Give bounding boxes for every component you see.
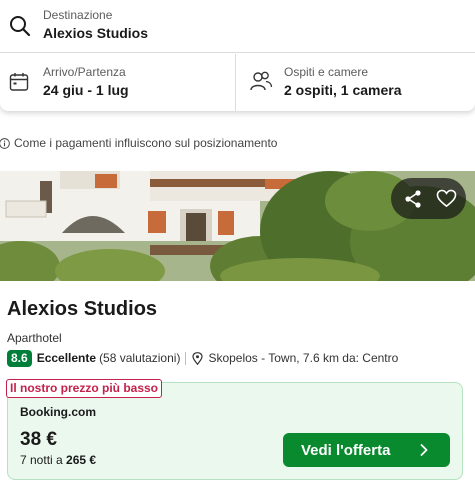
share-icon — [404, 189, 421, 208]
rating-divider — [185, 351, 187, 365]
guests-value: 2 ospiti, 1 camera — [284, 82, 402, 98]
rating-word: Eccellente — [36, 351, 97, 365]
rating-location-line: 8.6 Eccellente (58 valutazioni) Skopelos… — [7, 349, 398, 367]
dates-field[interactable]: Arrivo/Partenza 24 giu - 1 lug — [0, 54, 236, 111]
heart-icon — [436, 189, 457, 208]
destination-value: Alexios Studios — [43, 25, 149, 41]
lowest-price-badge: Il nostro prezzo più basso — [6, 379, 163, 398]
dates-value: 24 giu - 1 lug — [43, 82, 129, 98]
destination-label: Destinazione — [43, 8, 113, 22]
dates-label: Arrivo/Partenza — [43, 65, 126, 79]
destination-field[interactable]: Destinazione Alexios Studios — [0, 0, 475, 53]
guests-label: Ospiti e camere — [284, 65, 369, 79]
rating-count[interactable]: (58 valutazioni) — [99, 351, 180, 365]
view-deal-button[interactable]: Vedi l'offerta — [283, 433, 450, 467]
favorite-button[interactable] — [431, 183, 462, 214]
guests-icon — [250, 71, 273, 91]
deal-total-line: 7 notti a 265 € — [20, 453, 96, 467]
payment-ranking-text: Come i pagamenti influiscono sul posizio… — [14, 136, 278, 150]
hotel-name[interactable]: Alexios Studios — [7, 298, 157, 321]
guests-field[interactable]: Ospiti e camere 2 ospiti, 1 camera — [236, 54, 475, 111]
nights-prefix: 7 notti a — [20, 453, 63, 467]
map-pin-icon — [192, 351, 204, 365]
chevron-right-icon — [420, 444, 428, 456]
deal-provider: Booking.com — [20, 405, 97, 419]
search-icon — [10, 16, 31, 37]
hotel-location[interactable]: Skopelos - Town, 7.6 km da: Centro — [208, 351, 398, 365]
hotel-type: Aparthotel — [7, 331, 62, 345]
view-deal-label: Vedi l'offerta — [301, 441, 391, 459]
rating-score-badge: 8.6 — [7, 349, 32, 367]
search-summary-card: Destinazione Alexios Studios Arrivo/Part… — [0, 0, 475, 111]
info-icon — [0, 137, 10, 149]
photo-actions — [391, 178, 466, 219]
share-button[interactable] — [397, 183, 428, 214]
deal-price: 38 € — [20, 429, 57, 450]
dates-guests-row: Arrivo/Partenza 24 giu - 1 lug Ospiti e … — [0, 54, 475, 111]
deal-total: 265 € — [66, 453, 97, 467]
payment-ranking-info[interactable]: Come i pagamenti influiscono sul posizio… — [0, 135, 277, 151]
calendar-icon — [9, 73, 29, 91]
